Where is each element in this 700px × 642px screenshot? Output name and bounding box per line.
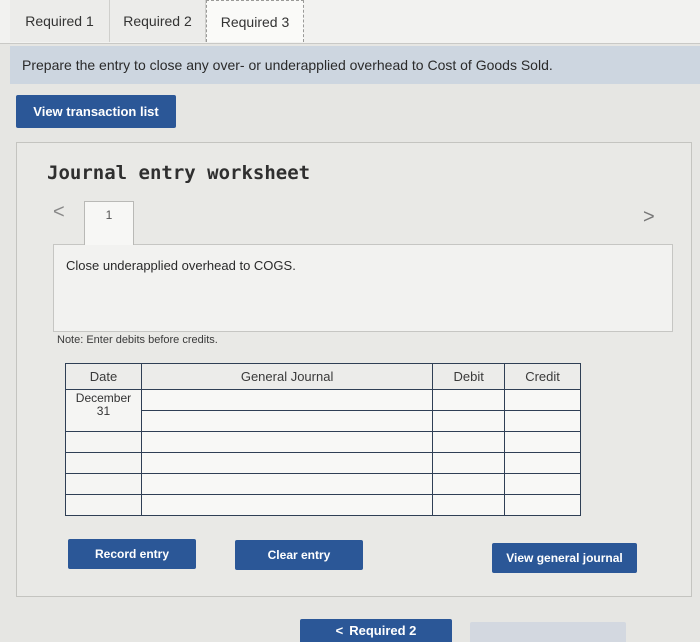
table-row <box>65 494 581 516</box>
journal-worksheet-panel: Journal entry worksheet < 1 > Close unde… <box>16 142 692 597</box>
chevron-left-icon: < <box>335 623 344 638</box>
record-entry-button[interactable]: Record entry <box>68 539 196 569</box>
next-required-button[interactable] <box>470 622 626 642</box>
view-general-journal-button[interactable]: View general journal <box>492 543 637 573</box>
account-input[interactable] <box>140 431 434 453</box>
account-input[interactable] <box>140 389 434 411</box>
debit-input[interactable] <box>432 494 506 516</box>
view-transaction-list-button[interactable]: View transaction list <box>16 95 176 128</box>
date-cell: December 31 <box>65 389 142 432</box>
entry-description: Close underapplied overhead to COGS. <box>53 244 673 332</box>
credit-input[interactable] <box>504 410 581 432</box>
debit-input[interactable] <box>432 410 506 432</box>
date-day: 31 <box>96 404 111 418</box>
table-row <box>65 452 581 474</box>
date-input[interactable] <box>65 452 142 474</box>
account-input[interactable] <box>140 410 434 432</box>
entry-tab-1[interactable]: 1 <box>84 201 134 245</box>
next-entry-icon[interactable]: > <box>643 206 655 229</box>
credit-input[interactable] <box>504 431 581 453</box>
tab-bar: Required 1 Required 2 Required 3 <box>0 0 700 44</box>
credit-input[interactable] <box>504 452 581 474</box>
table-row <box>66 410 581 432</box>
date-input[interactable] <box>65 431 142 453</box>
account-input[interactable] <box>140 494 434 516</box>
credit-input[interactable] <box>504 389 581 411</box>
tab-required-1[interactable]: Required 1 <box>10 0 110 42</box>
column-header-date: Date <box>65 363 142 390</box>
credit-input[interactable] <box>504 473 581 495</box>
tab-required-2[interactable]: Required 2 <box>110 0 206 42</box>
column-header-credit: Credit <box>504 363 581 390</box>
instruction-text: Prepare the entry to close any over- or … <box>10 46 700 84</box>
table-row <box>65 473 581 495</box>
previous-required-label: Required 2 <box>349 623 417 638</box>
date-input[interactable] <box>65 494 142 516</box>
account-input[interactable] <box>140 473 434 495</box>
debit-input[interactable] <box>432 389 506 411</box>
clear-entry-button[interactable]: Clear entry <box>235 540 363 570</box>
account-input[interactable] <box>140 452 434 474</box>
column-header-general-journal: General Journal <box>140 363 434 390</box>
table-row: December 31 <box>65 389 581 432</box>
credit-input[interactable] <box>504 494 581 516</box>
previous-entry-icon[interactable]: < <box>53 201 65 224</box>
debit-input[interactable] <box>432 431 506 453</box>
column-header-debit: Debit <box>432 363 506 390</box>
debit-input[interactable] <box>432 473 506 495</box>
debits-note: Note: Enter debits before credits. <box>57 334 218 346</box>
journal-table: Date General Journal Debit Credit Decemb… <box>65 363 581 516</box>
tab-required-3[interactable]: Required 3 <box>206 0 304 42</box>
previous-required-button[interactable]: < Required 2 <box>300 619 452 642</box>
date-input[interactable] <box>65 473 142 495</box>
debit-input[interactable] <box>432 452 506 474</box>
worksheet-title: Journal entry worksheet <box>47 162 311 184</box>
table-row <box>65 431 581 453</box>
